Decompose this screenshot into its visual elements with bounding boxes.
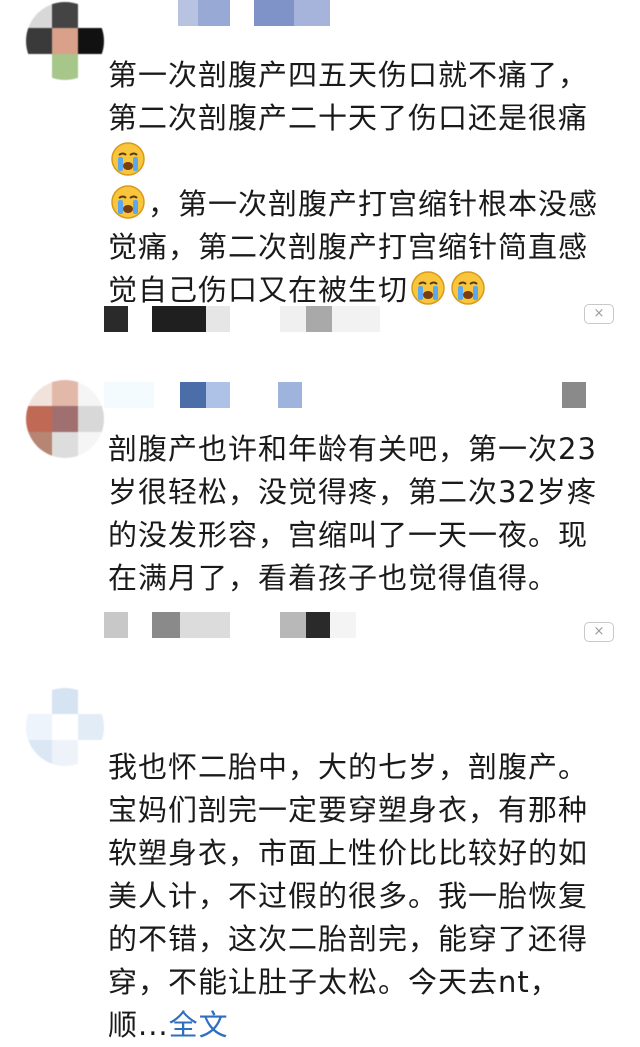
badge-blurred: [562, 382, 586, 408]
expand-full-text-link[interactable]: 全文: [169, 1008, 229, 1042]
comment-text: 我也怀二胎中，大的七岁，剖腹产。宝妈们剖完一定要穿塑身衣，有那种软塑身衣，市面上…: [108, 750, 589, 1042]
comment-meta-blurred: [104, 612, 356, 638]
comment-text: 第一次剖腹产四五天伤口就不痛了，第二次剖腹产二十天了伤口还是很痛 ，第一次剖腹产打…: [108, 58, 599, 307]
comment-3: 我也怀二胎中，大的七岁，剖腹产。宝妈们剖完一定要穿塑身衣，有那种软塑身衣，市面上…: [0, 680, 640, 1042]
avatar[interactable]: [26, 380, 104, 458]
crying-face-icon: [451, 271, 485, 305]
crying-face-icon: [111, 185, 145, 219]
avatar[interactable]: [26, 688, 104, 766]
close-button[interactable]: ×: [584, 622, 614, 642]
comment-meta-blurred: [104, 306, 380, 332]
crying-face-icon: [411, 271, 445, 305]
comment-2: 剖腹产也许和年龄有关吧，第一次23岁很轻松，没觉得疼，第二次32岁疼的没发形容，…: [0, 360, 640, 660]
username-blurred[interactable]: [178, 0, 330, 26]
avatar[interactable]: [26, 2, 104, 80]
comment-text: 剖腹产也许和年龄有关吧，第一次23岁很轻松，没觉得疼，第二次32岁疼的没发形容，…: [108, 432, 597, 595]
comment-1: 第一次剖腹产四五天伤口就不痛了，第二次剖腹产二十天了伤口还是很痛 ，第一次剖腹产打…: [0, 0, 640, 360]
crying-face-icon: [111, 142, 145, 176]
username-blurred[interactable]: [104, 382, 302, 408]
close-button[interactable]: ×: [584, 304, 614, 324]
